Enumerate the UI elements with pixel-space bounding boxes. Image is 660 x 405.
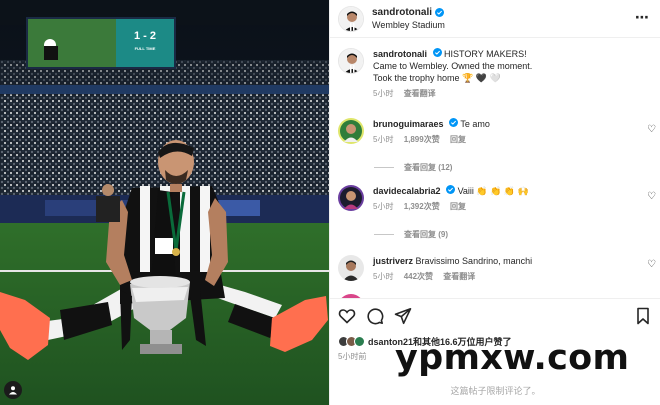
comment-translate-link[interactable]: 查看翻译 [443, 272, 475, 281]
comment-likes[interactable]: 1,899次赞 [404, 135, 440, 144]
comment-text: Te amo [460, 119, 490, 129]
caption-username[interactable]: sandrotonali [373, 49, 427, 59]
commenter-username[interactable]: justriverz [373, 256, 413, 266]
comment-likes[interactable]: 1,392次赞 [404, 202, 440, 211]
comment-item: davidecalabria2 Vaiii 👏 👏 👏 🙌 5小时 1,392次… [338, 185, 656, 213]
post-header: sandrotonali Wembley Stadium ⋯ [330, 0, 660, 38]
caption: sandrotonali HISTORY MAKERS! Came to Wem… [338, 48, 656, 100]
caption-avatar[interactable] [338, 48, 364, 74]
caption-text-line2: Came to Wembley. Owned the moment. [373, 61, 533, 71]
commenter-avatar[interactable] [338, 185, 364, 211]
verified-badge-icon [449, 118, 459, 127]
liker-avatar [354, 336, 365, 347]
site-watermark: ypmxw.com [395, 338, 630, 378]
view-replies-link[interactable]: 查看回复 (9) [374, 229, 448, 240]
more-options-icon[interactable]: ⋯ [635, 10, 649, 24]
comment-time: 5小时 [373, 135, 394, 144]
view-replies-link[interactable]: 查看回复 (12) [374, 162, 452, 173]
comment-item: brunoguimaraes Te amo 5小时 1,899次赞 回复 [338, 118, 656, 146]
post-location[interactable]: Wembley Stadium [372, 19, 445, 32]
comments-list: sandrotonali HISTORY MAKERS! Came to Wem… [330, 38, 660, 298]
heart-icon[interactable] [338, 307, 356, 325]
caption-text-line3: Took the trophy home 🏆 🖤 🤍 [373, 73, 501, 83]
tagged-user-icon[interactable] [4, 381, 22, 399]
commenter-username[interactable]: brunoguimaraes [373, 119, 444, 129]
post-timestamp: 5小时前 [338, 352, 367, 361]
caption-translate-link[interactable]: 查看翻译 [404, 89, 436, 98]
comment-like-heart-icon[interactable]: ♡ [647, 124, 656, 135]
comments-limited-notice: 这篇帖子限制评论了。 [450, 386, 541, 396]
author-username[interactable]: sandrotonali [372, 6, 432, 19]
commenter-avatar[interactable] [338, 255, 364, 281]
post-photo[interactable]: 1 - 2 FULL TIME [0, 0, 329, 405]
comment-likes[interactable]: 442次赞 [404, 272, 433, 281]
comment-reply-link[interactable]: 回复 [450, 202, 466, 211]
scoreboard-status: FULL TIME [135, 46, 156, 51]
scoreboard-score: 1 - 2 [134, 30, 156, 42]
comment-text: Vaiii 👏 👏 👏 🙌 [457, 186, 529, 196]
comment-reply-link[interactable]: 回复 [450, 135, 466, 144]
author-avatar[interactable] [338, 5, 364, 32]
commenter-username[interactable]: davidecalabria2 [373, 186, 441, 196]
caption-time: 5小时 [373, 89, 394, 98]
commenter-avatar[interactable] [338, 118, 364, 144]
verified-badge-icon [446, 185, 456, 194]
comment-like-heart-icon[interactable]: ♡ [647, 259, 656, 270]
comment-text: Bravissimo Sandrino, manchi [415, 256, 533, 266]
bookmark-icon[interactable] [635, 307, 651, 325]
verified-badge-icon [432, 48, 442, 57]
comment-time: 5小时 [373, 202, 394, 211]
verified-badge-icon [435, 7, 445, 17]
share-icon[interactable] [394, 307, 412, 325]
celebration-photo: 1 - 2 FULL TIME [0, 0, 329, 405]
comment-icon[interactable] [366, 307, 384, 325]
comment-like-heart-icon[interactable]: ♡ [647, 191, 656, 202]
comment-time: 5小时 [373, 272, 394, 281]
comment-item: justriverz Bravissimo Sandrino, manchi 5… [338, 255, 656, 283]
caption-text-line1: HISTORY MAKERS! [444, 49, 527, 59]
